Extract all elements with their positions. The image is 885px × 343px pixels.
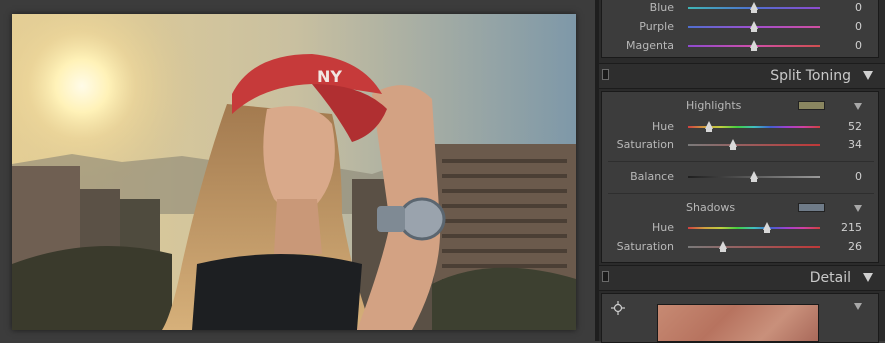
panel-switch-icon[interactable] <box>602 271 609 282</box>
hsl-magenta-label: Magenta <box>625 39 674 52</box>
triangle-down-icon[interactable] <box>863 71 873 80</box>
balance-thumb[interactable] <box>750 171 758 182</box>
photo-illustration: NY <box>12 14 576 330</box>
highlights-hue-row: Hue 52 <box>602 119 880 135</box>
divider <box>608 193 874 194</box>
target-adjustment-icon[interactable] <box>611 301 625 315</box>
hsl-magenta-thumb[interactable] <box>750 40 758 51</box>
hsl-magenta-value[interactable]: 0 <box>855 39 862 52</box>
highlights-triangle-icon[interactable] <box>854 103 862 110</box>
highlights-saturation-label: Saturation <box>616 138 674 151</box>
hsl-row-blue: Blue 0 <box>602 0 880 16</box>
split-toning-title: Split Toning <box>770 68 851 84</box>
detail-box <box>601 293 879 343</box>
shadows-label: Shadows <box>686 201 736 214</box>
highlights-color-swatch[interactable] <box>798 101 825 110</box>
balance-label: Balance <box>630 170 674 183</box>
highlights-saturation-thumb[interactable] <box>729 139 737 150</box>
highlights-hue-value[interactable]: 52 <box>848 120 862 133</box>
panel-switch-icon[interactable] <box>602 69 609 80</box>
divider <box>608 161 874 162</box>
detail-header[interactable]: Detail <box>599 265 885 291</box>
shadows-color-swatch[interactable] <box>798 203 825 212</box>
balance-value[interactable]: 0 <box>855 170 862 183</box>
balance-row: Balance 0 <box>602 169 880 185</box>
hsl-blue-thumb[interactable] <box>750 2 758 13</box>
highlights-hue-label: Hue <box>651 120 674 133</box>
hsl-purple-thumb[interactable] <box>750 21 758 32</box>
photo-canvas: NY <box>0 0 595 341</box>
shadows-triangle-icon[interactable] <box>854 205 862 212</box>
detail-triangle-icon[interactable] <box>854 303 862 310</box>
detail-preview-thumbnail[interactable] <box>657 304 819 342</box>
shadows-saturation-value[interactable]: 26 <box>848 240 862 253</box>
shadows-hue-row: Hue 215 <box>602 220 880 236</box>
hsl-purple-value[interactable]: 0 <box>855 20 862 33</box>
split-toning-box: Highlights Hue 52 Saturation 34 Balance … <box>601 91 879 263</box>
develop-right-panel: Blue 0 Purple 0 Magenta 0 Split Toning H… <box>599 0 885 343</box>
hsl-purple-label: Purple <box>639 20 674 33</box>
hsl-blue-label: Blue <box>649 1 674 14</box>
shadows-saturation-slider[interactable] <box>688 246 820 248</box>
photo-preview[interactable]: NY <box>12 14 576 330</box>
svg-text:NY: NY <box>317 67 342 86</box>
hsl-row-purple: Purple 0 <box>602 19 880 35</box>
highlights-saturation-value[interactable]: 34 <box>848 138 862 151</box>
highlights-saturation-slider[interactable] <box>688 144 820 146</box>
shadows-hue-slider[interactable] <box>688 227 820 229</box>
shadows-hue-label: Hue <box>651 221 674 234</box>
triangle-down-icon[interactable] <box>863 273 873 282</box>
shadows-hue-thumb[interactable] <box>763 222 771 233</box>
highlights-saturation-row: Saturation 34 <box>602 137 880 153</box>
hsl-row-magenta: Magenta 0 <box>602 38 880 54</box>
split-toning-header[interactable]: Split Toning <box>599 63 885 89</box>
detail-title: Detail <box>809 270 851 286</box>
shadows-saturation-row: Saturation 26 <box>602 239 880 255</box>
highlights-hue-thumb[interactable] <box>705 121 713 132</box>
shadows-hue-value[interactable]: 215 <box>841 221 862 234</box>
hsl-blue-value[interactable]: 0 <box>855 1 862 14</box>
hsl-panel-box: Blue 0 Purple 0 Magenta 0 <box>601 0 879 58</box>
shadows-saturation-thumb[interactable] <box>719 241 727 252</box>
shadows-saturation-label: Saturation <box>616 240 674 253</box>
highlights-label: Highlights <box>686 99 742 112</box>
